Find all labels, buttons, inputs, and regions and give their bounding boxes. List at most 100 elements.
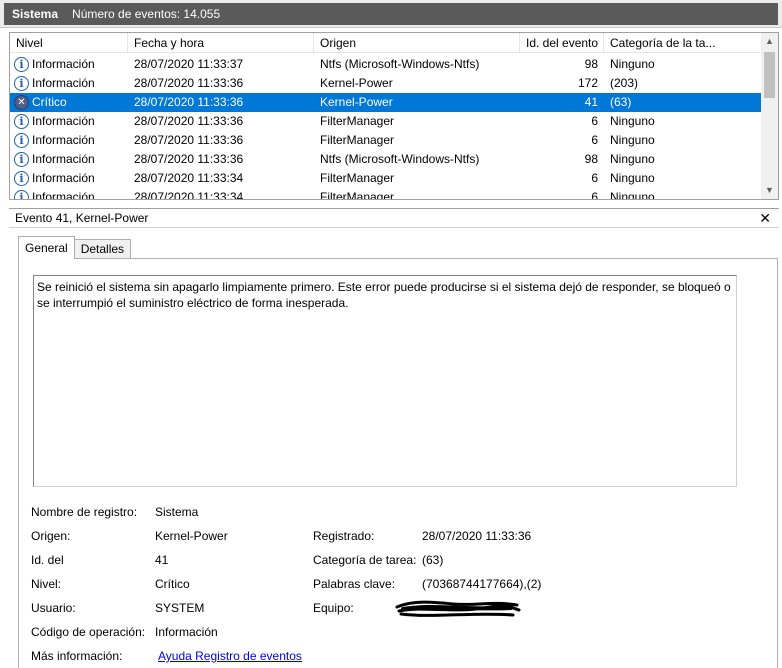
cell-fecha: 28/07/2020 11:33:36 <box>134 114 244 128</box>
table-row[interactable]: i Información 28/07/2020 11:33:36 FilterMan… <box>10 112 762 131</box>
cell-categoria: Ninguno <box>610 171 655 185</box>
cell-origen: Kernel-Power <box>320 76 393 90</box>
info-icon: i <box>14 171 29 186</box>
info-icon: i <box>14 152 29 167</box>
task-category-label: Categoría de tarea: <box>313 553 417 567</box>
cell-fecha: 28/07/2020 11:33:37 <box>134 57 244 71</box>
cell-categoria: (203) <box>610 76 639 90</box>
source-value: Kernel-Power <box>155 529 228 543</box>
cell-origen: FilterManager <box>320 171 395 185</box>
cell-nivel: i Información <box>10 169 128 188</box>
tab-detalles[interactable]: Detalles <box>73 239 132 259</box>
column-header-fecha[interactable]: Fecha y hora <box>128 33 314 53</box>
table-row[interactable]: i Información 28/07/2020 11:33:34 FilterMan… <box>10 188 762 200</box>
level-text: Información <box>32 133 95 147</box>
event-list-header: Nivel Fecha y hora Origen Id. del evento… <box>10 33 762 53</box>
event-description: Se reinició el sistema sin apagarlo limp… <box>33 275 737 487</box>
log-name: Sistema <box>12 7 59 21</box>
level-text: Información <box>32 152 95 166</box>
info-icon: i <box>14 133 29 148</box>
level-text: Información <box>32 171 95 185</box>
keywords-label: Palabras clave: <box>313 577 396 591</box>
level-value: Crítico <box>155 577 190 591</box>
cell-categoria: Ninguno <box>610 57 655 71</box>
detail-tabs: General Detalles <box>18 236 132 259</box>
cell-nivel: i Información <box>10 112 128 131</box>
log-name-value: Sistema <box>155 505 199 519</box>
cell-categoria: (63) <box>610 95 632 109</box>
scroll-down-icon[interactable]: ▼ <box>761 182 778 199</box>
level-text: Información <box>32 76 95 90</box>
cell-fecha: 28/07/2020 11:33:34 <box>134 190 244 200</box>
cell-id: 98 <box>584 152 598 166</box>
level-label: Nivel: <box>31 577 62 591</box>
event-id-value: 41 <box>155 553 169 567</box>
column-header-id[interactable]: Id. del evento <box>520 33 604 53</box>
column-header-origen[interactable]: Origen <box>314 33 520 53</box>
log-titlebar-inner: Sistema Número de eventos: 14.055 <box>4 3 778 25</box>
cell-origen: Ntfs (Microsoft-Windows-Ntfs) <box>320 152 480 166</box>
level-text: Información <box>32 114 95 128</box>
opcode-value: Información <box>155 625 218 639</box>
log-titlebar: Sistema Número de eventos: 14.055 <box>0 0 782 28</box>
close-icon[interactable]: ✕ <box>759 209 771 228</box>
more-info-link[interactable]: Ayuda Registro de eventos <box>158 648 302 664</box>
scroll-thumb[interactable] <box>764 52 775 98</box>
log-name-label: Nombre de registro: <box>31 505 138 519</box>
cell-fecha: 28/07/2020 11:33:36 <box>134 152 244 166</box>
cell-categoria: Ninguno <box>610 190 655 200</box>
cell-fecha: 28/07/2020 11:33:34 <box>134 171 244 185</box>
cell-id: 6 <box>591 114 598 128</box>
critical-icon: ✕ <box>14 95 29 110</box>
cell-id: 6 <box>591 133 598 147</box>
column-header-nivel[interactable]: Nivel <box>10 33 128 53</box>
redacted-scribble-icon <box>395 600 521 617</box>
event-id-label: Id. del <box>31 553 64 567</box>
cell-id: 172 <box>577 76 598 90</box>
info-icon: i <box>14 76 29 91</box>
table-row[interactable]: i Información 28/07/2020 11:33:34 FilterMan… <box>10 169 762 188</box>
event-list[interactable]: Nivel Fecha y hora Origen Id. del evento… <box>9 32 779 200</box>
table-row[interactable]: i Información 28/07/2020 11:33:36 Ntfs (Mic… <box>10 150 762 169</box>
event-count: Número de eventos: 14.055 <box>72 7 221 21</box>
level-text: Crítico <box>32 95 67 109</box>
cell-origen: FilterManager <box>320 133 395 147</box>
opcode-label: Código de operación: <box>31 625 146 639</box>
cell-nivel: i Información <box>10 55 128 74</box>
event-rows: i Información 28/07/2020 11:33:37 Ntfs (Mic… <box>10 55 762 200</box>
cell-origen: FilterManager <box>320 114 395 128</box>
cell-fecha: 28/07/2020 11:33:36 <box>134 95 244 109</box>
cell-origen: Kernel-Power <box>320 95 393 109</box>
event-list-scrollbar[interactable]: ▲ ▼ <box>761 33 778 199</box>
info-icon: i <box>14 57 29 72</box>
table-row[interactable]: ✕ Crítico 28/07/2020 11:33:36 Kernel-Power 4… <box>10 93 762 112</box>
table-row[interactable]: i Información 28/07/2020 11:33:36 Kernel-Po… <box>10 74 762 93</box>
tab-general[interactable]: General <box>18 236 75 259</box>
cell-categoria: Ninguno <box>610 133 655 147</box>
keywords-value: (70368744177664),(2) <box>422 577 542 591</box>
cell-id: 98 <box>584 57 598 71</box>
info-icon: i <box>14 190 29 199</box>
column-header-categoria[interactable]: Categoría de la ta... <box>604 33 762 53</box>
level-text: Información <box>32 190 95 200</box>
cell-nivel: ✕ Crítico <box>10 93 128 112</box>
cell-fecha: 28/07/2020 11:33:36 <box>134 133 244 147</box>
cell-fecha: 28/07/2020 11:33:36 <box>134 76 244 90</box>
cell-categoria: Ninguno <box>610 114 655 128</box>
cell-origen: Ntfs (Microsoft-Windows-Ntfs) <box>320 57 480 71</box>
computer-label: Equipo: <box>313 601 354 615</box>
user-value: SYSTEM <box>155 601 205 615</box>
level-text: Información <box>32 57 95 71</box>
table-row[interactable]: i Información 28/07/2020 11:33:37 Ntfs (Mic… <box>10 55 762 74</box>
cell-id: 41 <box>584 95 598 109</box>
task-category-value: (63) <box>422 553 444 567</box>
scroll-up-icon[interactable]: ▲ <box>761 33 778 50</box>
cell-nivel: i Información <box>10 131 128 150</box>
cell-id: 6 <box>591 190 598 200</box>
cell-nivel: i Información <box>10 74 128 93</box>
cell-nivel: i Información <box>10 188 128 200</box>
table-row[interactable]: i Información 28/07/2020 11:33:36 FilterMan… <box>10 131 762 150</box>
logged-label: Registrado: <box>313 529 375 543</box>
cell-categoria: Ninguno <box>610 152 655 166</box>
more-info-label: Más información: <box>31 649 123 663</box>
